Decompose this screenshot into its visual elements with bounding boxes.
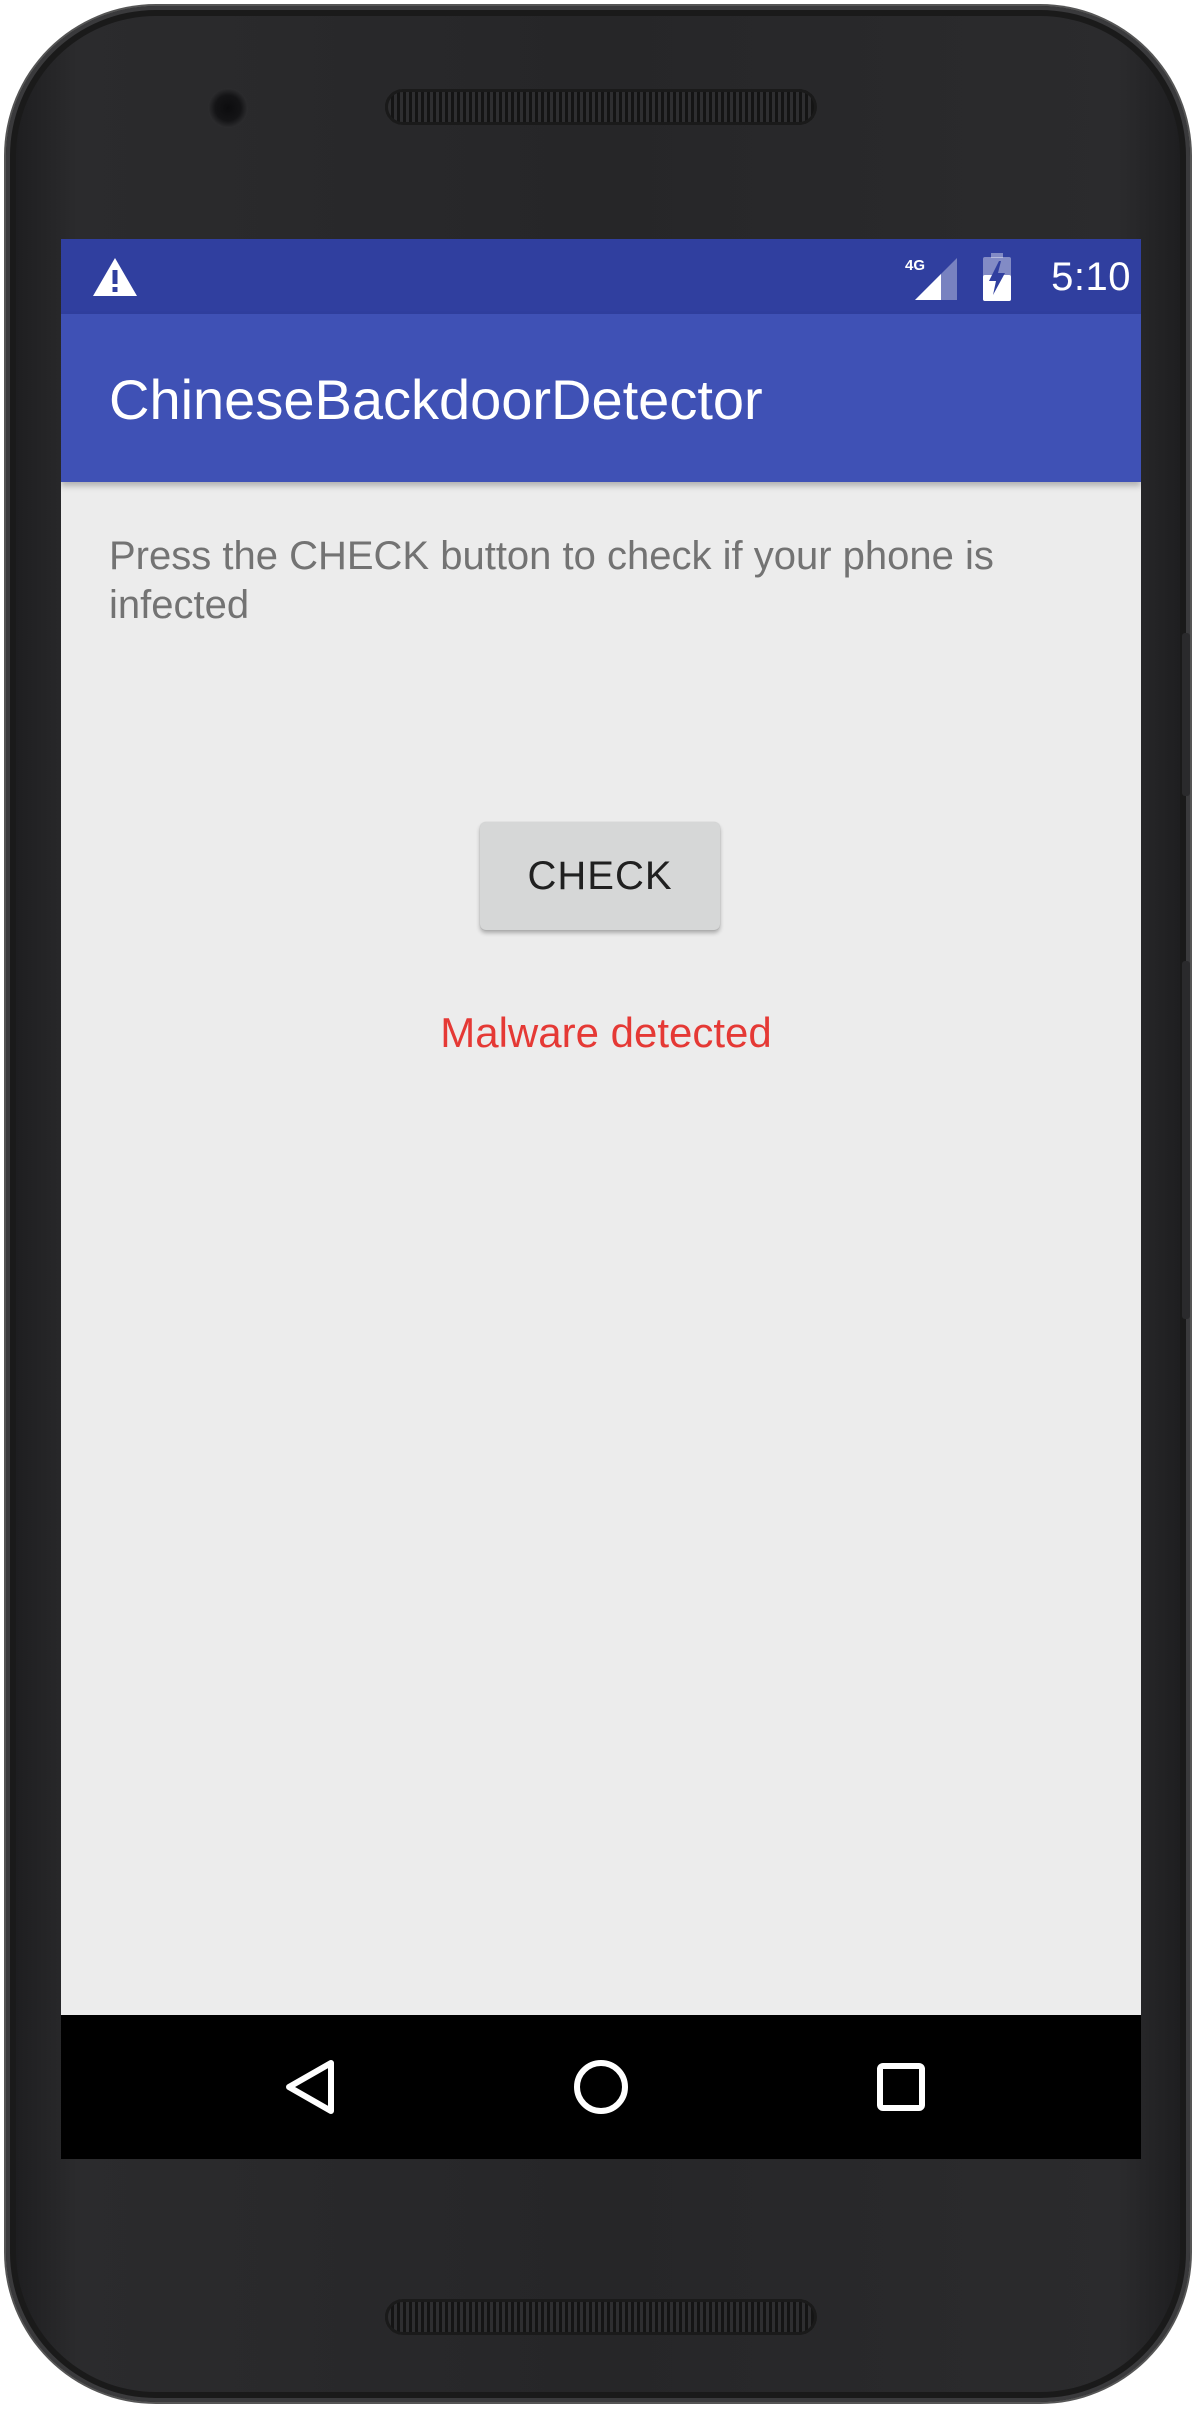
network-type-label: 4G xyxy=(905,257,925,274)
home-button[interactable] xyxy=(555,2041,647,2133)
app-title: ChineseBackdoorDetector xyxy=(109,368,763,431)
signal-4g-icon: 4G xyxy=(905,257,957,300)
home-icon xyxy=(574,2060,628,2114)
power-button xyxy=(1182,633,1190,796)
battery-charging-icon xyxy=(983,253,1011,301)
bottom-speaker-grille xyxy=(385,2299,817,2335)
back-icon xyxy=(286,2060,334,2114)
instructions-text: Press the CHECK button to check if your … xyxy=(109,534,994,627)
scan-result-text: Malware detected xyxy=(440,1009,772,1056)
warning-icon xyxy=(93,258,137,296)
front-camera xyxy=(208,88,248,128)
status-bar: 4G 5:10 xyxy=(61,239,1141,314)
app-toolbar: ChineseBackdoorDetector xyxy=(61,314,1141,482)
device-screen: 4G 5:10 ChineseBackdoorDetector Press th… xyxy=(61,239,1141,2159)
check-button[interactable]: CHECK xyxy=(480,822,720,930)
top-speaker-grille xyxy=(385,89,817,125)
recents-icon xyxy=(877,2063,925,2111)
back-button[interactable] xyxy=(265,2041,357,2133)
recents-button[interactable] xyxy=(855,2041,947,2133)
status-time: 5:10 xyxy=(1051,255,1131,299)
device-frame-stage: 4G 5:10 ChineseBackdoorDetector Press th… xyxy=(0,0,1198,2409)
phone-body: 4G 5:10 ChineseBackdoorDetector Press th… xyxy=(6,6,1190,2402)
volume-rocker xyxy=(1182,961,1190,1319)
navigation-bar xyxy=(61,2015,1141,2159)
